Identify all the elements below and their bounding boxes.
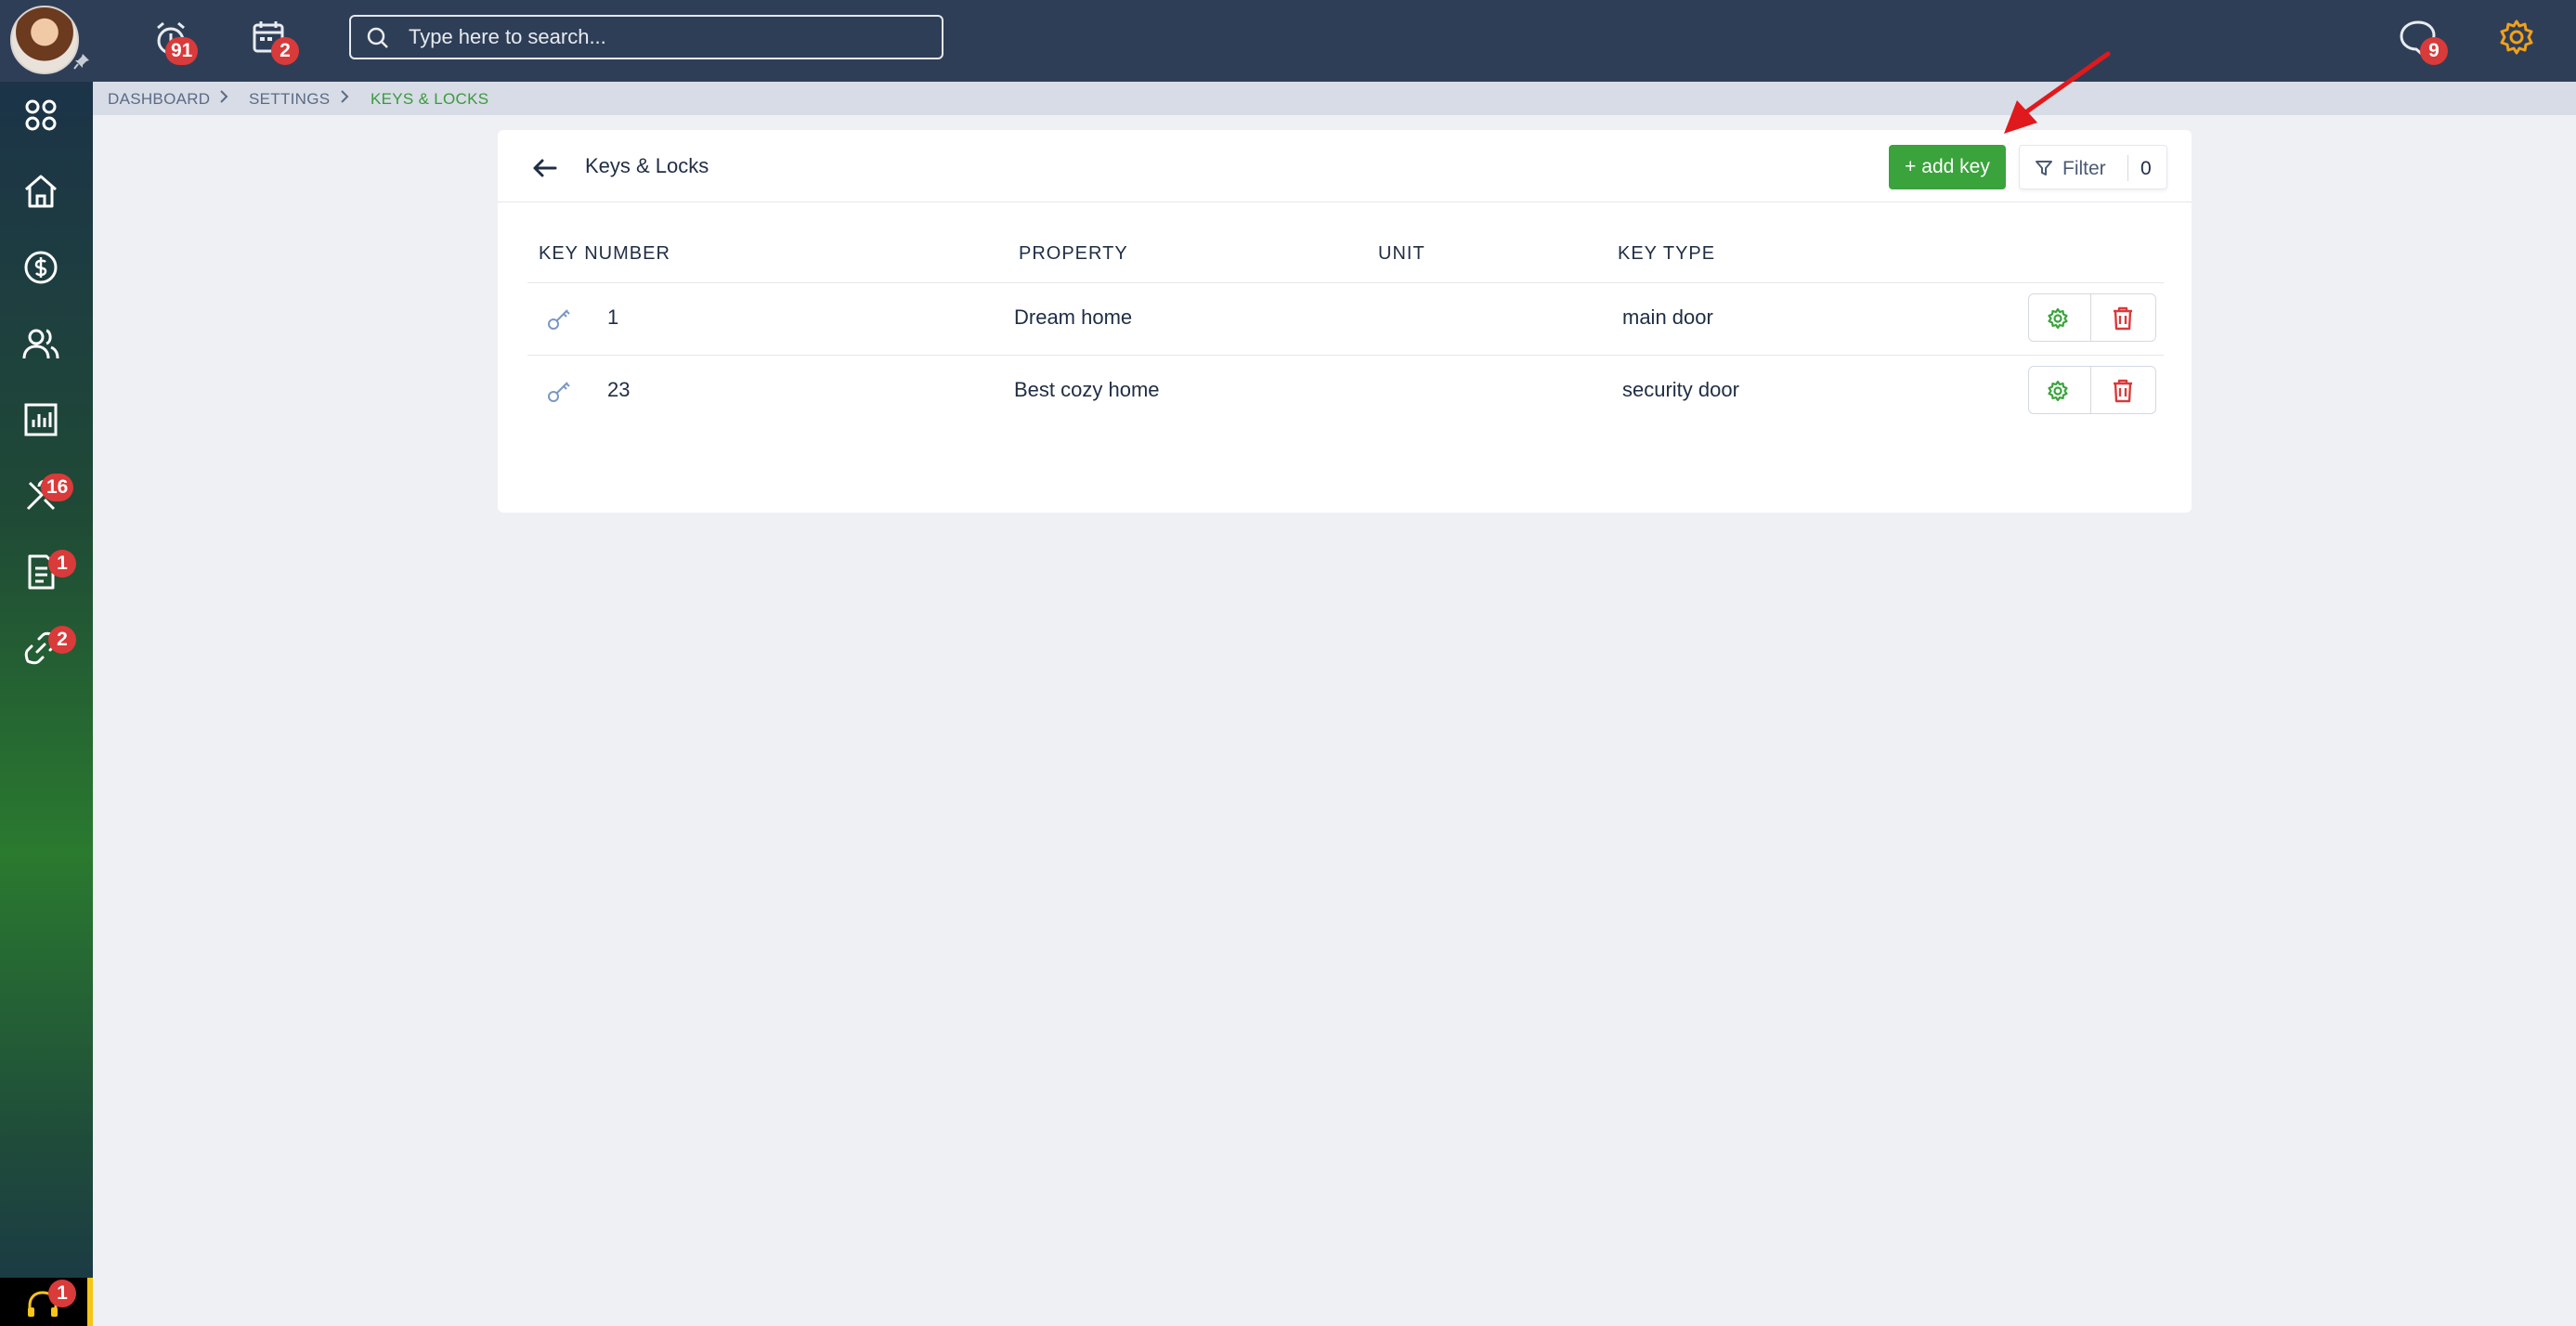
key-number-cell: 1	[607, 306, 619, 329]
chevron-right-icon	[341, 90, 349, 103]
search-icon	[367, 27, 388, 48]
filter-divider	[2127, 155, 2128, 181]
key-icon	[548, 382, 570, 402]
user-avatar[interactable]	[10, 6, 79, 74]
column-header-unit[interactable]: UNIT	[1378, 243, 1425, 265]
support-accent	[87, 1278, 93, 1326]
trash-icon[interactable]	[2111, 378, 2135, 404]
chat-badge: 9	[2420, 37, 2448, 65]
search-input[interactable]	[409, 22, 929, 52]
key-type-cell: security door	[1622, 378, 1739, 401]
property-cell: Best cozy home	[1014, 378, 1160, 401]
key-number-cell: 23	[607, 378, 631, 401]
actions-divider	[2090, 367, 2091, 413]
breadcrumb-dashboard[interactable]: DASHBOARD	[108, 90, 210, 109]
alarm-badge: 91	[165, 37, 199, 65]
top-bar: 91 2 9	[0, 0, 2576, 82]
column-header-key-number[interactable]: KEY NUMBER	[539, 243, 670, 265]
pin-icon[interactable]	[72, 52, 91, 71]
filter-button[interactable]: Filter 0	[2019, 145, 2167, 189]
documents-badge: 1	[48, 550, 76, 578]
support-badge: 1	[48, 1280, 76, 1307]
filter-count: 0	[2140, 158, 2152, 179]
sidebar-item-people[interactable]	[20, 323, 61, 364]
row-actions	[2028, 293, 2156, 342]
chart-icon	[24, 403, 58, 436]
edit-gear-icon[interactable]	[2046, 306, 2070, 331]
table-row[interactable]: 1 Dream home main door	[527, 282, 2164, 355]
breadcrumb-keys-locks: KEYS & LOCKS	[371, 90, 489, 108]
users-icon	[22, 329, 59, 359]
integrations-badge: 2	[48, 626, 76, 654]
column-header-key-type[interactable]: KEY TYPE	[1618, 243, 1715, 265]
sidebar-item-home[interactable]	[20, 171, 61, 212]
filter-label: Filter	[2062, 158, 2106, 179]
row-actions	[2028, 366, 2156, 414]
property-cell: Dream home	[1014, 306, 1133, 329]
breadcrumb-settings[interactable]: SETTINGS	[249, 90, 330, 109]
support-bar: 1	[0, 1278, 93, 1326]
apps-grid-icon	[25, 99, 57, 131]
card-header: Keys & Locks + add key Filter 0	[498, 130, 2192, 202]
dollar-icon	[24, 251, 58, 284]
settings-gear-icon[interactable]	[2494, 15, 2539, 59]
sidebar-item-apps[interactable]	[20, 95, 61, 136]
page-title: Keys & Locks	[585, 154, 709, 177]
edit-gear-icon[interactable]	[2046, 379, 2070, 403]
annotation-arrow-icon	[2004, 51, 2111, 134]
key-type-cell: main door	[1622, 306, 1713, 329]
back-arrow-icon[interactable]	[529, 152, 561, 184]
filter-funnel-icon	[2036, 161, 2052, 176]
search-box[interactable]	[349, 15, 943, 59]
home-icon	[25, 175, 57, 208]
actions-divider	[2090, 294, 2091, 341]
sidebar: 16 1 2 1	[0, 82, 93, 1326]
table-row[interactable]: 23 Best cozy home security door	[527, 355, 2164, 427]
keys-locks-card: Keys & Locks + add key Filter 0 KEY NUMB…	[498, 130, 2192, 513]
sidebar-item-reports[interactable]	[20, 399, 61, 440]
sidebar-item-finance[interactable]	[20, 247, 61, 288]
breadcrumb: DASHBOARD SETTINGS KEYS & LOCKS	[93, 82, 2576, 115]
chevron-right-icon	[220, 90, 228, 103]
key-icon	[548, 309, 570, 330]
maintenance-badge: 16	[41, 474, 74, 501]
calendar-badge: 2	[271, 37, 299, 65]
column-header-property[interactable]: PROPERTY	[1019, 243, 1128, 265]
trash-icon[interactable]	[2111, 306, 2135, 332]
add-key-button[interactable]: + add key	[1889, 145, 2006, 189]
